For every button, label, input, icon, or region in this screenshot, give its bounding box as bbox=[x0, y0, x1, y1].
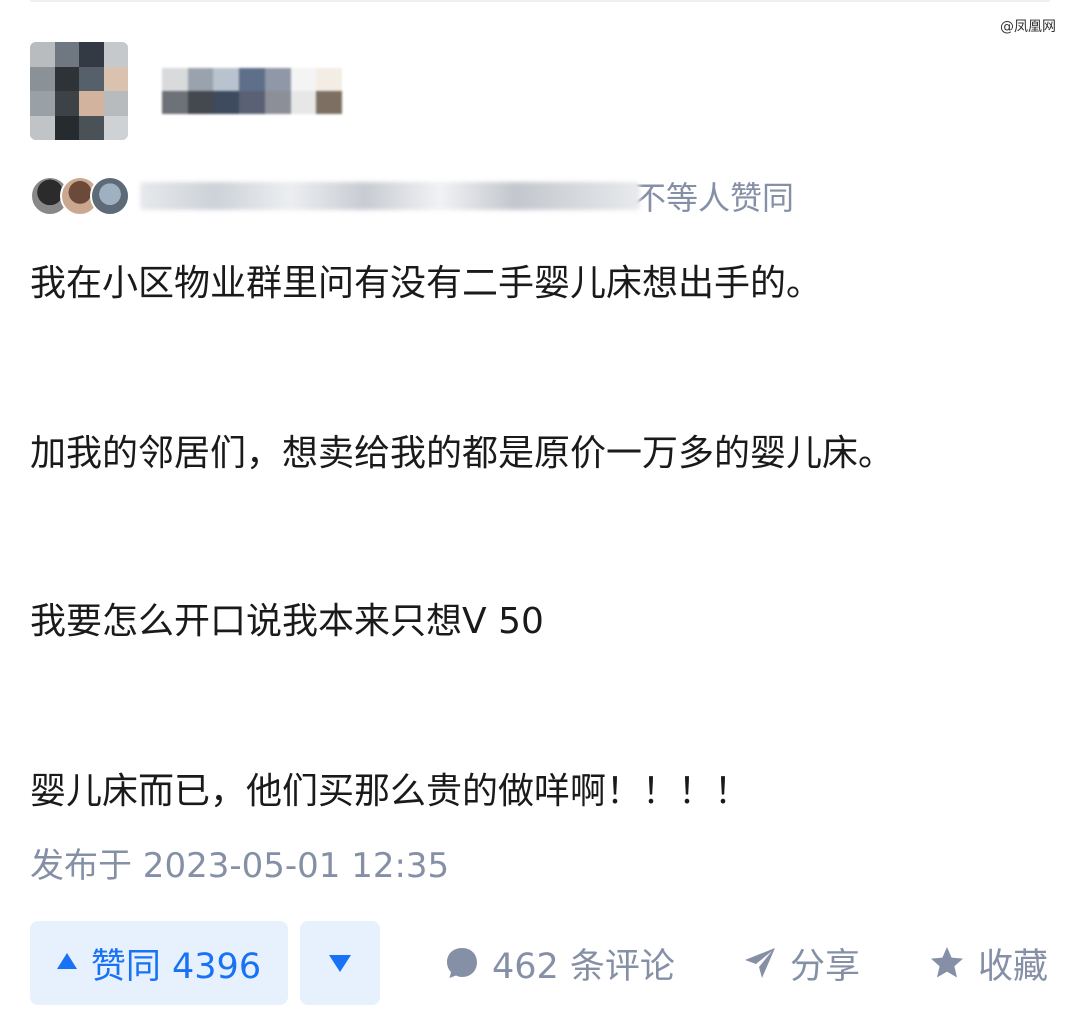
endorsement-text: 不等人赞同 bbox=[634, 179, 795, 217]
endorser-avatar-icon[interactable] bbox=[90, 176, 130, 216]
share-label: 分享 bbox=[790, 946, 861, 987]
share-button[interactable]: 分享 bbox=[742, 921, 860, 1005]
author-info bbox=[30, 42, 342, 140]
paragraph: 我要怎么开口说我本来只想V 50 bbox=[30, 601, 544, 642]
paragraph: 婴儿床而已，他们买那么贵的做咩啊！！！！ bbox=[30, 771, 751, 812]
paragraph: 我在小区物业群里问有没有二手婴儿床想出手的。 bbox=[30, 263, 823, 304]
comment-label: 462 条评论 bbox=[492, 946, 675, 987]
author-avatar[interactable] bbox=[30, 42, 128, 140]
triangle-up-icon bbox=[56, 953, 77, 969]
endorser-avatars bbox=[30, 176, 130, 216]
collect-label: 收藏 bbox=[978, 946, 1049, 987]
watermark: @凤凰网 bbox=[1000, 19, 1056, 35]
triangle-down-icon bbox=[329, 954, 351, 972]
endorser-names-blurred bbox=[140, 182, 640, 210]
answer-card: @凤凰网 不等人赞同 我在小区物业群里问有没有二手婴儿床想出手的。 加我的邻居们… bbox=[0, 0, 1080, 1032]
top-divider bbox=[30, 0, 1050, 2]
comment-button[interactable]: 462 条评论 bbox=[444, 921, 675, 1005]
author-name-blurred[interactable] bbox=[162, 68, 342, 114]
action-bar: 赞同 4396 462 条评论 分享 收藏 bbox=[30, 921, 1060, 1005]
vote-up-label: 赞同 4396 bbox=[90, 946, 262, 987]
share-icon bbox=[745, 948, 775, 978]
collect-button[interactable]: 收藏 bbox=[928, 921, 1048, 1005]
star-icon bbox=[931, 947, 963, 978]
paragraph: 加我的邻居们，想卖给我的都是原价一万多的婴儿床。 bbox=[30, 433, 895, 474]
comment-icon bbox=[447, 948, 477, 978]
endorsement-row: 不等人赞同 bbox=[30, 176, 795, 217]
vote-up-button[interactable]: 赞同 4396 bbox=[30, 921, 288, 1005]
vote-down-button[interactable] bbox=[300, 921, 380, 1005]
publish-time: 发布于 2023-05-01 12:35 bbox=[30, 846, 450, 886]
